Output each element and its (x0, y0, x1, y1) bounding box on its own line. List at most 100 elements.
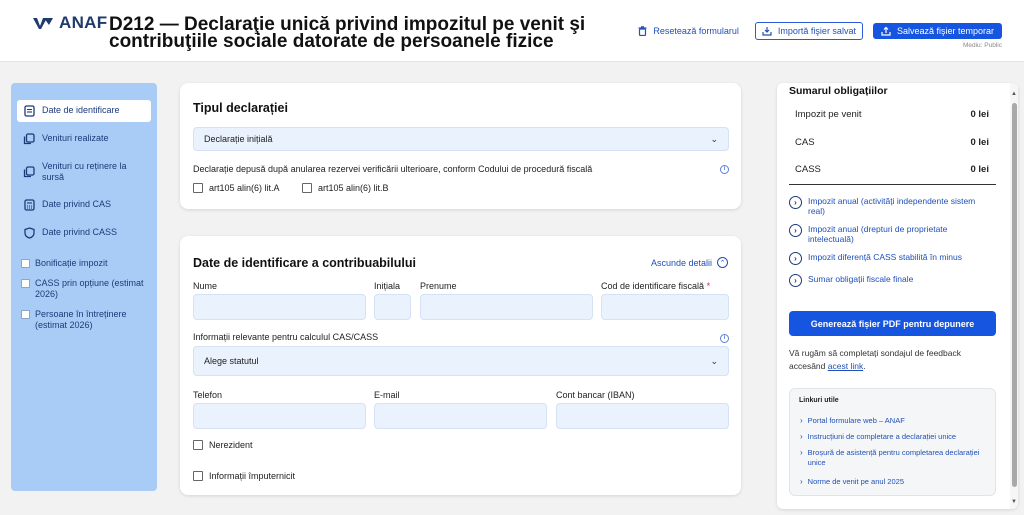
app-header: ANAF D212 — Declaraţie unică privind imp… (0, 0, 1024, 62)
reset-form-button[interactable]: Resetează formularul (632, 23, 745, 39)
summary-link-label: Impozit diferență CASS stabilită în minu… (808, 252, 963, 262)
page-title: D212 — Declaraţie unică privind impozitu… (109, 14, 586, 52)
save-temp-file-button[interactable]: Salvează fişier temporar (872, 23, 1002, 39)
info-icon[interactable]: i (720, 334, 729, 343)
summary-link-impozit-independente[interactable]: › Impozit anual (activități independente… (789, 196, 994, 216)
checkbox[interactable] (21, 279, 30, 288)
summary-link-label: Sumar obligații fiscale finale (808, 274, 914, 284)
status-placeholder: Alege statutul (204, 356, 259, 366)
chevron-right-icon: › (800, 448, 803, 457)
anaf-logo[interactable]: ANAF (31, 13, 107, 33)
hide-details-label: Ascunde detalii (650, 257, 712, 268)
sidebar-check-label: Bonificație impozit (35, 258, 108, 268)
summary-row-label: Impozit pe venit (795, 109, 862, 120)
cod-fiscal-input[interactable] (601, 294, 729, 320)
sidebar-item-date-cas[interactable]: Date privind CAS (17, 194, 151, 216)
logo-text: ANAF (59, 13, 108, 32)
summary-link-label: Impozit anual (drepturi de proprietate i… (808, 224, 948, 244)
imputernicit-checkbox[interactable]: Informații împuternicit (193, 471, 295, 481)
declaration-type-select[interactable]: Declarație inițială ⌄ (193, 127, 729, 151)
useful-link-label: Broșură de asistență pentru completarea … (807, 448, 980, 467)
sidebar-check-cass-optiune[interactable]: CASS prin opțiune (estimat 2026) (17, 276, 151, 302)
art105-b-checkbox[interactable]: art105 alin(6) lit.B (302, 183, 389, 193)
sidebar-check-label: CASS prin opțiune (estimat 2026) (35, 278, 144, 299)
useful-links-title: Linkuri utile (799, 397, 839, 404)
generate-pdf-button[interactable]: Generează fișier PDF pentru depunere (789, 311, 996, 336)
imputernicit-label: Informații împuternicit (209, 471, 296, 481)
save-temp-file-label: Salvează fişier temporar (896, 26, 994, 36)
nume-input[interactable] (193, 294, 366, 320)
sidebar-item-venituri-retinere[interactable]: Venituri cu reținere la sursă (17, 156, 151, 188)
checkbox[interactable] (193, 183, 203, 193)
summary-row-cas: CAS 0 lei (795, 137, 989, 148)
nume-label: Nume (193, 281, 218, 291)
environment-label: Mediu: Public (962, 42, 1002, 49)
rectification-note: Declarație depusă după anularea rezervei… (193, 164, 593, 174)
useful-link-label: Portal formulare web – ANAF (807, 416, 905, 425)
cod-fiscal-label-text: Cod de identificare fiscală (601, 281, 705, 291)
useful-links-box: Linkuri utile › Portal formulare web – A… (789, 388, 996, 496)
summary-row-label: CASS (795, 164, 821, 175)
checkbox[interactable] (302, 183, 312, 193)
chevron-down-icon: ⌄ (710, 355, 718, 366)
info-icon[interactable]: i (720, 165, 729, 174)
feedback-text: Vă rugăm să completați sondajul de feedb… (789, 347, 994, 373)
summary-row-value: 0 lei (970, 109, 990, 120)
checkbox[interactable] (21, 310, 30, 319)
declaration-type-card: Tipul declarației Declarație inițială ⌄ … (180, 83, 741, 209)
sidebar-item-label: Date privind CASS (42, 227, 118, 237)
sidebar-check-persoane-intretinere[interactable]: Persoane în întreținere (estimat 2026) (17, 307, 151, 333)
checkbox[interactable] (193, 471, 203, 481)
sidebar-item-venituri-realizate[interactable]: Venituri realizate (17, 128, 151, 150)
telefon-input[interactable] (193, 403, 366, 429)
cod-fiscal-label: Cod de identificare fiscală * (601, 281, 710, 291)
art105-b-label: art105 alin(6) lit.B (318, 183, 389, 193)
nerezident-checkbox[interactable]: Nerezident (193, 440, 253, 450)
sidebar-item-label: Date de identificare (42, 105, 120, 115)
import-file-button[interactable]: Importă fişier salvat (754, 22, 863, 40)
useful-link-portal[interactable]: › Portal formulare web – ANAF (800, 416, 985, 426)
copy-icon (23, 133, 35, 145)
feedback-link[interactable]: acest link (828, 361, 863, 371)
useful-link-brosura[interactable]: › Broșură de asistență pentru completare… (800, 448, 985, 468)
arrow-right-circle-icon: › (789, 252, 802, 265)
checkbox[interactable] (21, 259, 30, 268)
iban-label: Cont bancar (IBAN) (556, 390, 635, 400)
feedback-text-body: Vă rugăm să completați sondajul de feedb… (789, 348, 961, 371)
hide-details-toggle[interactable]: Ascunde detalii ⌃ (651, 257, 728, 268)
summary-link-diferenta-cass[interactable]: › Impozit diferență CASS stabilită în mi… (789, 252, 994, 265)
summary-scrollbar[interactable]: ▲ ▼ (1010, 83, 1018, 509)
checkbox[interactable] (193, 440, 203, 450)
summary-row-value: 0 lei (970, 137, 990, 148)
summary-row-cass: CASS 0 lei (795, 164, 989, 175)
iban-input[interactable] (556, 403, 729, 429)
prenume-input[interactable] (420, 294, 593, 320)
chevron-right-icon: › (800, 477, 803, 486)
section-sidebar: Date de identificare Venituri realizate … (11, 83, 157, 491)
sidebar-item-date-identificare[interactable]: Date de identificare (17, 100, 151, 122)
art105-a-checkbox[interactable]: art105 alin(6) lit.A (193, 183, 280, 193)
summary-divider (789, 184, 996, 185)
art105-a-label: art105 alin(6) lit.A (209, 183, 280, 193)
sidebar-item-date-cass[interactable]: Date privind CASS (17, 222, 151, 244)
status-select[interactable]: Alege statutul ⌄ (193, 346, 729, 376)
summary-link-impozit-proprietate[interactable]: › Impozit anual (drepturi de proprietate… (789, 224, 994, 244)
useful-link-label: Instrucțiuni de completare a declarației… (807, 432, 957, 441)
arrow-right-circle-icon: › (789, 196, 802, 209)
summary-link-sumar-final[interactable]: › Sumar obligații fiscale finale (789, 274, 994, 287)
summary-link-label: Impozit anual (activități independente s… (808, 196, 976, 216)
telefon-label: Telefon (193, 390, 223, 400)
scroll-up-icon[interactable]: ▲ (1011, 91, 1017, 97)
summary-row-value: 0 lei (970, 164, 990, 175)
chevron-right-icon: › (800, 416, 803, 425)
useful-link-norme[interactable]: › Norme de venit pe anul 2025 (800, 477, 985, 487)
summary-row-impozit: Impozit pe venit 0 lei (795, 109, 989, 120)
initiala-input[interactable] (374, 294, 411, 320)
scrollbar-thumb[interactable] (1012, 103, 1017, 487)
document-icon (23, 105, 35, 117)
sidebar-check-bonificatie[interactable]: Bonificație impozit (17, 256, 151, 271)
scroll-down-icon[interactable]: ▼ (1011, 499, 1017, 505)
email-input[interactable] (374, 403, 547, 429)
useful-link-instructiuni[interactable]: › Instrucțiuni de completare a declarați… (800, 432, 985, 442)
sidebar-item-label: Date privind CAS (42, 199, 112, 209)
